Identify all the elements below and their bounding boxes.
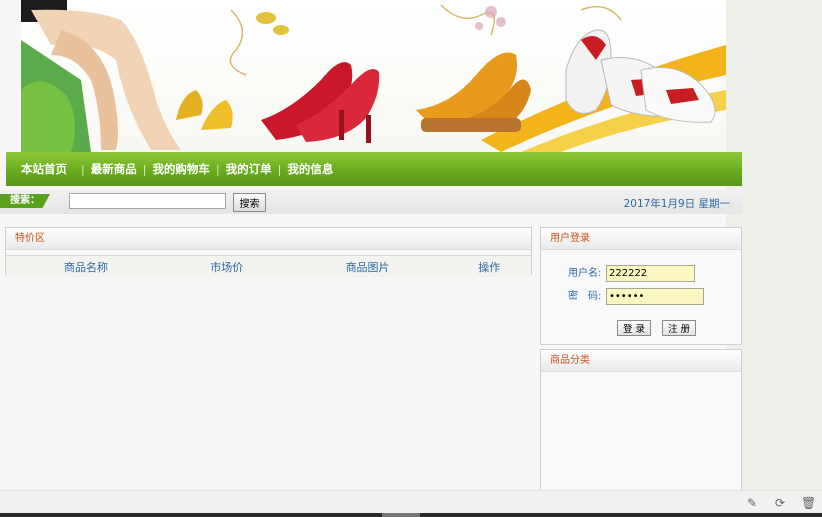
- col-market-price: 市场价: [165, 255, 288, 277]
- pin-icon[interactable]: ✎: [745, 496, 759, 510]
- login-panel: 用户登录 用户名: 密 码: 登 录 注 册: [540, 227, 742, 345]
- search-input[interactable]: [69, 193, 226, 209]
- col-product-image: 商品图片: [287, 255, 448, 277]
- specials-title: 特价区: [6, 228, 531, 250]
- password-field[interactable]: [606, 288, 704, 305]
- nav-item-my-info[interactable]: 我的信息: [281, 161, 339, 177]
- specials-table: 商品名称 市场价 商品图片 操作: [6, 255, 531, 277]
- col-product-name: 商品名称: [6, 255, 166, 277]
- specials-panel: 特价区 商品名称 市场价 商品图片 操作: [5, 227, 532, 277]
- nav-item-cart[interactable]: 我的购物车: [146, 161, 216, 177]
- search-label: 搜索：: [0, 194, 50, 208]
- page: 本站首页 | 最新商品 | 我的购物车 | 我的订单 | 我的信息 搜索： 搜索…: [0, 0, 822, 517]
- register-button[interactable]: 注 册: [662, 320, 696, 336]
- current-date: 2017年1月9日 星期一: [623, 198, 730, 210]
- password-label: 密 码:: [568, 291, 602, 302]
- refresh-icon[interactable]: ⟳: [773, 496, 787, 510]
- nav-item-new-products[interactable]: 最新商品: [85, 161, 143, 177]
- username-row: 用户名:: [541, 265, 741, 283]
- search-button[interactable]: 搜索: [233, 193, 266, 212]
- login-button[interactable]: 登 录: [617, 320, 651, 336]
- nav-item-orders[interactable]: 我的订单: [220, 161, 278, 177]
- category-panel: 商品分类: [540, 349, 742, 491]
- username-label: 用户名:: [568, 268, 602, 279]
- main-nav: 本站首页 | 最新商品 | 我的购物车 | 我的订单 | 我的信息: [6, 152, 742, 186]
- nav-item-home[interactable]: 本站首页: [15, 161, 73, 177]
- category-title: 商品分类: [541, 350, 741, 372]
- password-row: 密 码:: [541, 288, 741, 306]
- col-actions: 操作: [447, 255, 531, 277]
- search-bar: 搜索： 搜索 2017年1月9日 星期一: [0, 190, 742, 214]
- login-title: 用户登录: [541, 228, 741, 250]
- username-field[interactable]: [606, 265, 695, 282]
- trash-icon[interactable]: 🗑: [801, 496, 816, 510]
- table-header-row: 商品名称 市场价 商品图片 操作: [6, 255, 531, 277]
- banner-illustration: [21, 0, 726, 152]
- shoe-banner: [21, 0, 726, 152]
- bottom-edge: [0, 513, 822, 517]
